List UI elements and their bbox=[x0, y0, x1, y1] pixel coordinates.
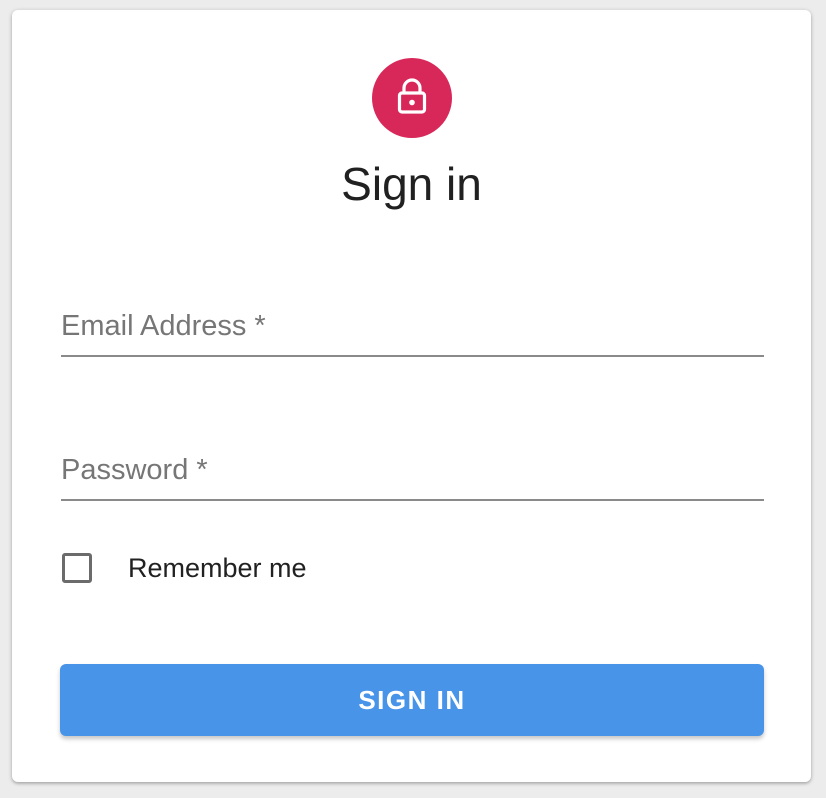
email-field[interactable]: Email Address * bbox=[61, 308, 764, 360]
remember-me-label[interactable]: Remember me bbox=[128, 553, 307, 584]
email-underline bbox=[61, 355, 764, 357]
remember-me-row[interactable]: Remember me bbox=[62, 548, 307, 588]
email-input[interactable] bbox=[61, 310, 764, 352]
sign-in-card: Sign in Email Address * Password * Remem… bbox=[12, 10, 811, 782]
password-underline bbox=[61, 499, 764, 501]
remember-me-checkbox[interactable] bbox=[62, 553, 92, 583]
page-title: Sign in bbox=[341, 158, 482, 210]
password-field[interactable]: Password * bbox=[61, 452, 764, 504]
lock-icon bbox=[392, 76, 432, 121]
password-input[interactable] bbox=[61, 454, 764, 496]
avatar bbox=[372, 58, 452, 138]
sign-in-button[interactable]: SIGN IN bbox=[60, 664, 764, 736]
